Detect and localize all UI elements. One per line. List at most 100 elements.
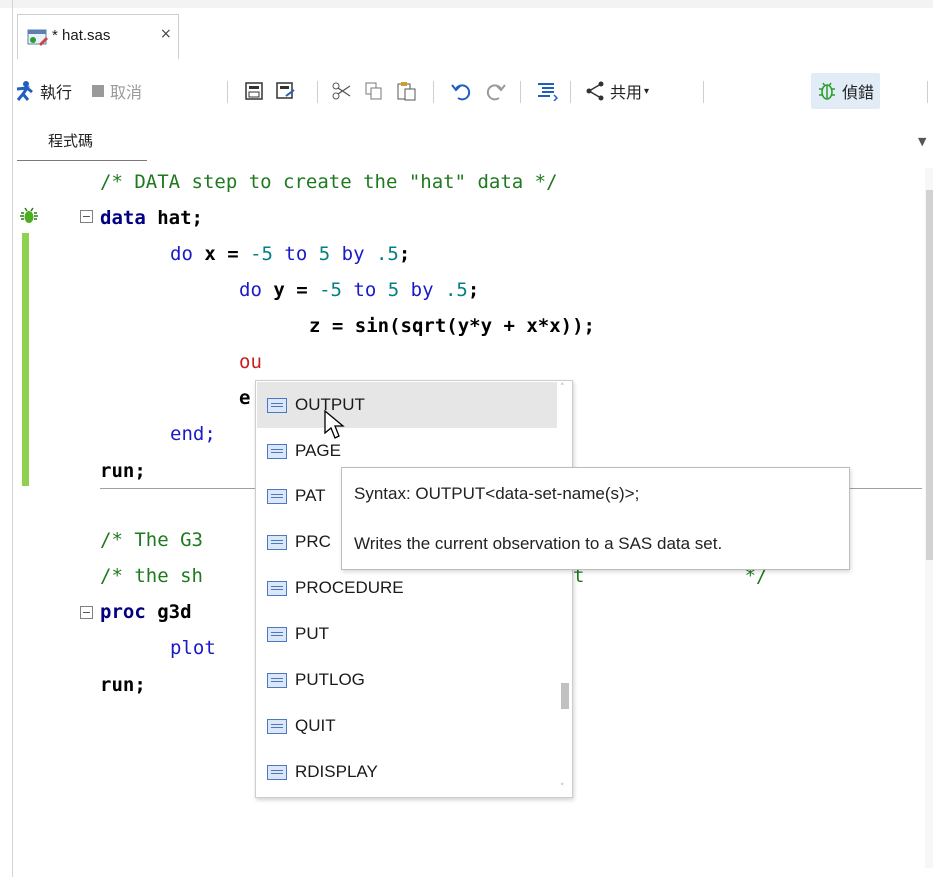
popup-scrollbar-thumb[interactable] <box>561 683 569 709</box>
code-line[interactable]: /* the sh <box>100 564 203 588</box>
toolbar-separator <box>520 81 521 103</box>
code-number: .5 <box>444 279 468 301</box>
left-border <box>12 0 13 877</box>
debug-button[interactable]: 偵錯 <box>811 73 881 109</box>
code-line[interactable]: do x = -5 to 5 by .5; <box>170 242 410 266</box>
fold-toggle[interactable] <box>80 606 93 619</box>
paste-button[interactable] <box>397 73 417 109</box>
code-keyword: do <box>239 279 262 301</box>
chevron-down-icon[interactable]: ˅ <box>560 783 565 793</box>
chevron-up-icon[interactable]: ˄ <box>560 383 565 393</box>
save-button[interactable] <box>245 73 263 109</box>
run-label: 執行 <box>40 85 73 102</box>
code-keyword: by <box>399 279 445 301</box>
save-as-icon <box>276 82 295 99</box>
tab-code-underline <box>17 160 147 161</box>
code-text: hat; <box>145 207 203 229</box>
keyword-icon <box>267 488 287 504</box>
autocomplete-item-label: PUTLOG <box>295 670 365 689</box>
cancel-button[interactable]: 取消 <box>91 73 142 109</box>
code-keyword: by <box>330 243 376 265</box>
code-line[interactable]: z = sin(sqrt(y*y + x*x)); <box>309 314 595 338</box>
code-number: 5 <box>318 243 331 265</box>
code-line[interactable]: /* The G3 <box>100 528 203 552</box>
share-button[interactable]: 共用 ▾ <box>585 73 649 109</box>
keyword-icon <box>267 718 287 734</box>
autocomplete-item-label: QUIT <box>295 716 336 735</box>
code-line[interactable]: ou <box>239 350 262 374</box>
breakpoint-bug-icon[interactable] <box>19 206 39 226</box>
close-icon[interactable]: × <box>160 26 172 42</box>
keyword-icon <box>267 443 287 459</box>
keyword-icon <box>267 764 287 780</box>
autocomplete-item-label: PUT <box>295 624 329 643</box>
keyword-icon <box>267 534 287 550</box>
autocomplete-item[interactable]: QUIT <box>257 703 557 749</box>
code-line[interactable]: /* DATA step to create the "hat" data */ <box>100 170 558 194</box>
fold-toggle[interactable] <box>80 210 93 223</box>
code-line[interactable]: data hat; <box>100 206 203 230</box>
syntax-tooltip: Syntax: OUTPUT<data-set-name(s)>; Writes… <box>341 467 850 570</box>
tab-code[interactable]: 程式碼 <box>48 130 93 151</box>
code-line[interactable]: proc g3d <box>100 600 192 624</box>
code-keyword: to <box>341 279 388 301</box>
copy-icon <box>365 82 382 100</box>
top-band <box>0 0 933 8</box>
chevron-down-icon: ▾ <box>644 85 650 97</box>
mouse-cursor-icon <box>324 409 345 439</box>
tooltip-syntax: Syntax: OUTPUT<data-set-name(s)>; <box>354 484 640 503</box>
code-line[interactable]: do y = -5 to 5 by .5; <box>239 278 479 302</box>
code-text: y = <box>261 279 320 301</box>
bug-icon <box>819 82 835 100</box>
toolbar-separator <box>433 81 434 103</box>
run-button[interactable]: 執行 <box>13 73 72 109</box>
code-number: 5 <box>387 279 400 301</box>
undo-button[interactable] <box>450 73 472 109</box>
keyword-icon <box>267 580 287 596</box>
paste-icon <box>397 82 416 101</box>
save-as-button[interactable] <box>276 73 296 109</box>
keyword-icon <box>267 672 287 688</box>
toolbar-separator <box>927 81 928 103</box>
code-number: -5 <box>250 243 273 265</box>
chevron-down-icon[interactable]: ▼ <box>918 135 926 148</box>
format-code-icon <box>538 83 558 101</box>
redo-button[interactable] <box>485 73 507 109</box>
code-keyword: proc <box>100 601 146 623</box>
copy-button[interactable] <box>365 73 383 109</box>
code-text: ; <box>467 279 480 301</box>
autocomplete-item[interactable]: RDISPLAY <box>257 749 557 795</box>
code-keyword: to <box>272 243 319 265</box>
autocomplete-item-label: PROCEDURE <box>295 578 404 597</box>
sas-program-icon <box>27 29 48 46</box>
code-line[interactable]: e <box>239 386 250 410</box>
code-keyword: do <box>170 243 193 265</box>
share-label: 共用 <box>610 85 643 102</box>
autocomplete-item-label: PRC <box>295 532 331 551</box>
autocomplete-item[interactable]: PUT <box>257 611 557 657</box>
run-icon <box>16 81 33 101</box>
code-number: .5 <box>375 243 399 265</box>
autocomplete-item[interactable]: PROCEDURE <box>257 565 557 611</box>
editor-scrollbar-thumb[interactable] <box>926 190 933 560</box>
code-line[interactable]: run; <box>100 673 146 697</box>
autocomplete-popup[interactable]: OUTPUT PAGE PAT PRC PROCEDURE PUT PUTLOG… <box>255 380 573 798</box>
code-line[interactable]: run; <box>100 459 146 483</box>
file-tab[interactable]: * hat.sas × <box>17 14 179 59</box>
format-code-button[interactable] <box>536 73 558 109</box>
autocomplete-item[interactable]: OUTPUT <box>257 382 557 428</box>
code-line[interactable]: plot <box>170 636 216 660</box>
toolbar-separator <box>227 81 228 103</box>
code-text: g3d <box>145 601 192 623</box>
scissors-icon <box>332 82 351 100</box>
code-line[interactable]: end; <box>170 422 216 446</box>
code-text: x = <box>192 243 251 265</box>
save-icon <box>245 82 263 100</box>
code-keyword: data <box>100 207 146 229</box>
share-icon <box>586 81 604 101</box>
autocomplete-item[interactable]: PUTLOG <box>257 657 557 703</box>
cut-button[interactable] <box>332 73 352 109</box>
editor-toolbar: 執行 取消 共用 ▾ 偵錯 <box>13 64 933 118</box>
code-number: -5 <box>319 279 342 301</box>
debug-label: 偵錯 <box>842 85 875 102</box>
